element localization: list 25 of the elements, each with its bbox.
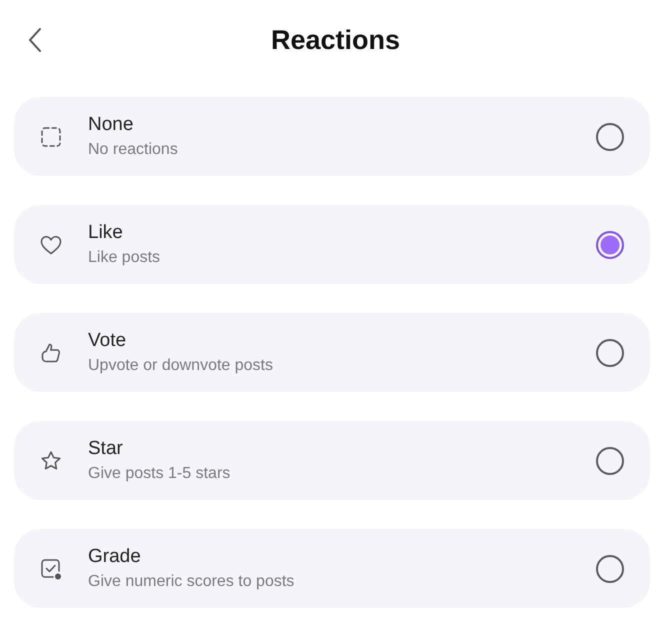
- radio-button[interactable]: [596, 338, 624, 366]
- radio-button[interactable]: [596, 446, 624, 474]
- radio-button[interactable]: [596, 122, 624, 150]
- option-title: Vote: [88, 330, 126, 352]
- checked-box-icon: [39, 556, 63, 580]
- reaction-option[interactable]: Like Like posts: [14, 205, 650, 284]
- reaction-option[interactable]: None No reactions: [14, 97, 650, 176]
- option-title: Grade: [88, 546, 141, 568]
- option-title: Like: [88, 222, 123, 244]
- option-description: Like posts: [88, 249, 160, 267]
- option-description: Give posts 1-5 stars: [88, 465, 230, 483]
- radio-button[interactable]: [596, 554, 624, 582]
- reaction-option[interactable]: Star Give posts 1-5 stars: [14, 421, 650, 500]
- reaction-option[interactable]: Vote Upvote or downvote posts: [14, 313, 650, 392]
- radio-button[interactable]: [596, 230, 624, 258]
- option-title: None: [88, 114, 134, 136]
- dashed-square-icon: [39, 124, 63, 148]
- option-description: Give numeric scores to posts: [88, 573, 294, 591]
- chevron-left-icon: [28, 27, 42, 53]
- option-description: Upvote or downvote posts: [88, 357, 273, 375]
- reaction-option[interactable]: Grade Give numeric scores to posts: [14, 529, 650, 608]
- star-icon: [39, 448, 63, 472]
- option-description: No reactions: [88, 141, 178, 159]
- option-title: Star: [88, 438, 123, 460]
- page-title: Reactions: [270, 24, 400, 56]
